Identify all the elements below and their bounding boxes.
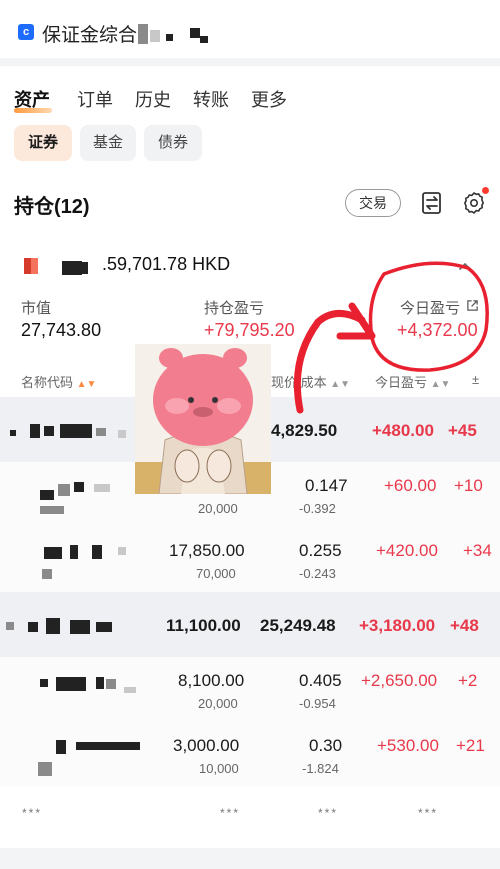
position-pl-value: +79,795.20 <box>204 320 295 340</box>
tab-assets[interactable]: 资产 <box>14 86 50 112</box>
cost-price: -0.954 <box>299 696 336 711</box>
redaction-mosaic <box>190 28 200 38</box>
today-pl: +420.00 <box>376 541 438 560</box>
subtab-funds[interactable]: 基金 <box>80 125 136 161</box>
pig-meme-sticker <box>135 344 271 494</box>
table-row[interactable]: 8,100.00 20,000 0.405 -0.954 +2,650.00 +… <box>0 657 500 722</box>
today-pl-pct: +48 <box>450 616 479 635</box>
col-name-label: 名称代码 <box>21 375 74 390</box>
trade-button[interactable]: 交易 <box>345 189 401 217</box>
holding-quantity: 20,000 <box>198 501 238 516</box>
cost-price: -0.392 <box>299 501 336 516</box>
today-pl: +530.00 <box>377 736 439 755</box>
holding-value: 8,100.00 <box>178 671 245 690</box>
share-icon[interactable] <box>466 299 479 312</box>
masked-value: *** <box>22 806 43 820</box>
position-pl-label: 持仓盈亏 <box>204 300 265 317</box>
transfer-icon[interactable] <box>420 191 444 215</box>
market-value: 27,743.80 <box>21 320 102 340</box>
divider <box>0 58 500 66</box>
chevron-up-icon[interactable] <box>455 256 475 276</box>
redaction-mosaic <box>150 30 160 42</box>
holding-value: 3,000.00 <box>173 736 240 755</box>
account-title[interactable]: 保证金综合 <box>42 20 137 47</box>
account-total: .59,701.78 HKD <box>102 254 231 274</box>
col-price-cost[interactable]: 现价/成本 ▲▼ <box>271 372 350 391</box>
sort-icon: ▲▼ <box>430 379 451 390</box>
today-pl-label: 今日盈亏 <box>400 300 461 317</box>
tab-more[interactable]: 更多 <box>251 86 287 112</box>
today-pl-pct: +2 <box>458 671 478 690</box>
redaction-mosaic <box>200 36 208 43</box>
subtab-securities[interactable]: 证券 <box>14 125 72 161</box>
holding-value: 17,850.00 <box>169 541 245 560</box>
redaction-mosaic <box>166 34 173 41</box>
market-value-label: 市值 <box>21 300 52 317</box>
cost-price: -1.824 <box>302 761 339 776</box>
sort-icon: ▲▼ <box>330 379 351 390</box>
bottom-spacer <box>0 848 500 869</box>
today-pl-pct: +45 <box>448 421 477 440</box>
current-price: 0.147 <box>305 476 348 495</box>
current-price: 0.30 <box>309 736 343 755</box>
holding-quantity: 70,000 <box>196 566 236 581</box>
today-pl: +60.00 <box>384 476 437 495</box>
current-price: 25,249.48 <box>260 616 336 635</box>
table-row[interactable]: 11,100.00 25,249.48 +3,180.00 +48 <box>0 592 500 657</box>
masked-value: *** <box>318 806 339 820</box>
table-row[interactable]: 17,850.00 70,000 0.255 -0.243 +420.00 +3… <box>0 527 500 592</box>
today-pl: +3,180.00 <box>359 616 436 635</box>
redaction-mosaic <box>138 24 148 44</box>
col-today-label: 今日盈亏 <box>375 375 428 390</box>
tab-transfer[interactable]: 转账 <box>193 86 229 112</box>
masked-value: *** <box>418 806 439 820</box>
holding-quantity: 20,000 <box>198 696 238 711</box>
current-price: 0.405 <box>299 671 342 690</box>
today-pl-pct: +21 <box>456 736 485 755</box>
holding-value: 11,100.00 <box>166 616 241 635</box>
today-pl-pct: +34 <box>463 541 492 560</box>
col-today-pl[interactable]: 今日盈亏 ▲▼ <box>375 372 450 391</box>
current-price: 0.255 <box>299 541 342 560</box>
today-pl-pct: +10 <box>454 476 483 495</box>
market-flag-icon <box>24 258 38 274</box>
table-row[interactable]: 3,000.00 10,000 0.30 -1.824 +530.00 +21 <box>0 722 500 787</box>
cost-price: -0.243 <box>299 566 336 581</box>
today-pl: +480.00 <box>372 421 434 440</box>
today-pl-value: +4,372.00 <box>397 320 478 340</box>
positions-title: 持仓(12) <box>14 196 90 218</box>
col-price-label: 现价/成本 <box>271 375 327 390</box>
tab-orders[interactable]: 订单 <box>77 86 113 112</box>
tab-history[interactable]: 历史 <box>135 86 171 112</box>
current-price: 4,829.50 <box>271 421 338 440</box>
settings-icon[interactable] <box>462 191 486 215</box>
holding-quantity: 10,000 <box>199 761 239 776</box>
today-pl: +2,650.00 <box>361 671 438 690</box>
main-tabs: 资产 订单 历史 转账 更多 <box>0 80 500 116</box>
app-logo-icon: c <box>18 24 34 40</box>
app-bar: c 保证金综合 <box>0 0 500 62</box>
notification-dot <box>482 187 489 194</box>
subtab-bonds[interactable]: 债券 <box>144 125 202 161</box>
sort-icon: ▲▼ <box>76 379 97 390</box>
col-more-indicator: ± <box>472 372 480 387</box>
redaction-mosaic <box>62 261 82 275</box>
masked-value: *** <box>220 806 241 820</box>
redaction-mosaic <box>82 262 88 274</box>
col-name-code[interactable]: 名称代码 ▲▼ <box>21 372 96 391</box>
